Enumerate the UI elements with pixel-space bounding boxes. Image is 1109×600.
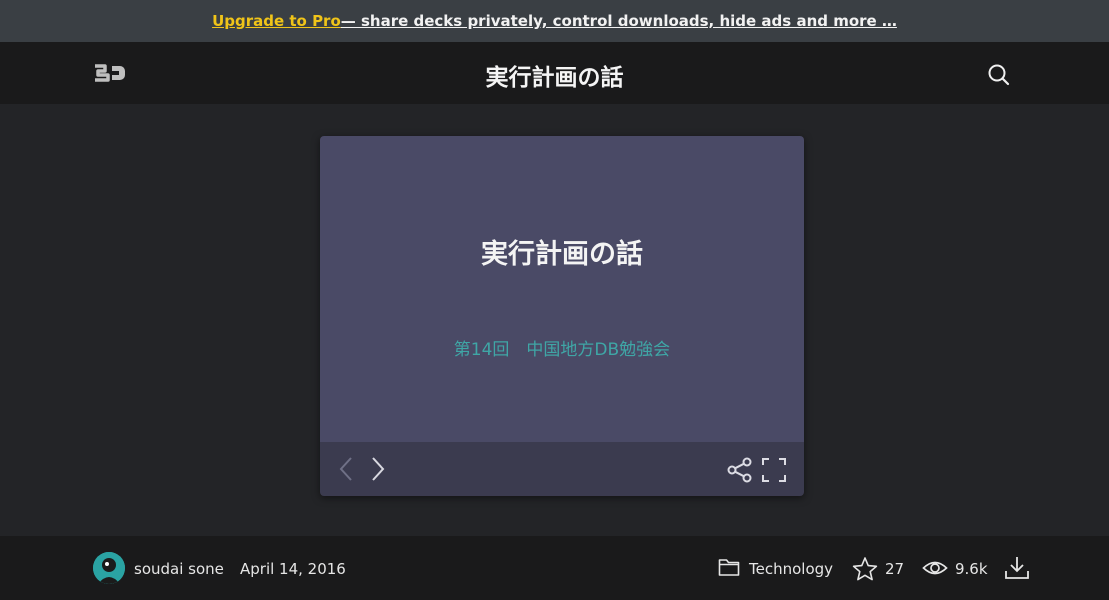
slide-viewer[interactable]: 実行計画の話 第14回 中国地方DB勉強会	[320, 136, 804, 496]
slide-controls	[320, 442, 804, 496]
deck-info-bar: soudai sone April 14, 2016 Technology 27…	[0, 536, 1109, 600]
next-arrow-icon[interactable]	[370, 455, 386, 487]
upgrade-link[interactable]: Upgrade to Pro	[212, 12, 341, 30]
author-name[interactable]: soudai sone	[134, 560, 224, 578]
publish-date: April 14, 2016	[240, 560, 346, 578]
category-link[interactable]: Technology	[749, 560, 833, 578]
fullscreen-icon[interactable]	[761, 457, 787, 487]
star-count: 27	[885, 560, 905, 578]
promo-text[interactable]: — share decks privately, control downloa…	[341, 12, 897, 30]
avatar[interactable]	[93, 552, 125, 584]
promo-banner: Upgrade to Pro — share decks privately, …	[0, 0, 1109, 42]
slide-stage: 実行計画の話 第14回 中国地方DB勉強会	[0, 104, 1109, 536]
view-count: 9.6k	[955, 560, 988, 578]
star-icon[interactable]	[852, 556, 878, 586]
share-icon[interactable]	[726, 456, 754, 488]
download-icon[interactable]	[1004, 555, 1030, 585]
prev-arrow-icon[interactable]	[338, 455, 354, 487]
slide[interactable]: 実行計画の話 第14回 中国地方DB勉強会	[320, 136, 804, 442]
slide-subtitle: 第14回 中国地方DB勉強会	[453, 340, 671, 360]
page-title: 実行計画の話	[485, 65, 624, 91]
top-bar: 実行計画の話	[0, 42, 1109, 104]
search-icon[interactable]	[986, 62, 1012, 88]
slide-title: 実行計画の話	[481, 239, 643, 270]
eye-icon	[922, 558, 948, 582]
folder-icon[interactable]	[718, 557, 740, 581]
